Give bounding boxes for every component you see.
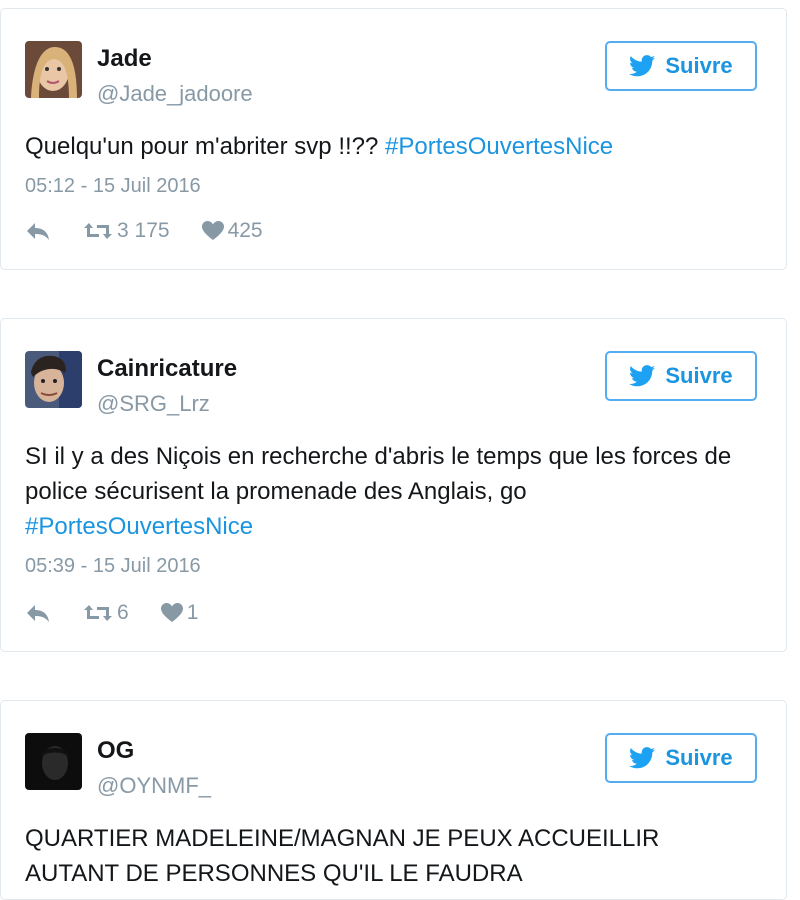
like-count: 1 xyxy=(186,601,199,624)
avatar[interactable] xyxy=(25,41,82,98)
follow-label: Suivre xyxy=(665,53,733,78)
follow-button[interactable]: Suivre xyxy=(605,733,757,783)
like-count: 425 xyxy=(227,219,263,242)
hashtag-link[interactable]: #PortesOuvertesNice xyxy=(385,133,613,160)
reply-button[interactable] xyxy=(25,221,51,241)
avatar[interactable] xyxy=(25,733,82,790)
follow-label: Suivre xyxy=(665,745,733,770)
tweet-text: Quelqu'un pour m'abriter svp !!?? #Porte… xyxy=(25,129,756,164)
tweet-text: SI il y a des Niçois en recherche d'abri… xyxy=(25,439,756,544)
twitter-bird-icon xyxy=(629,55,656,77)
retweet-icon xyxy=(84,223,112,239)
display-name[interactable]: Jade xyxy=(97,45,152,73)
tweet-text: QUARTIER MADELEINE/MAGNAN JE PEUX ACCUEI… xyxy=(25,825,660,887)
avatar[interactable] xyxy=(25,351,82,408)
tweet-card: Cainricature @SRG_Lrz Suivre SI il y a d… xyxy=(0,318,787,652)
follow-button[interactable]: Suivre xyxy=(605,351,757,401)
like-button[interactable]: 1 xyxy=(160,601,199,625)
follow-button[interactable]: Suivre xyxy=(605,41,757,91)
twitter-bird-icon xyxy=(629,365,656,387)
tweet-actions: 3 175 425 xyxy=(25,219,295,243)
tweet-card: Jade @Jade_jadoore Suivre Quelqu'un pour… xyxy=(0,8,787,270)
display-name[interactable]: OG xyxy=(97,737,134,765)
like-button[interactable]: 425 xyxy=(201,219,263,243)
heart-icon xyxy=(160,603,183,622)
display-name[interactable]: Cainricature xyxy=(97,355,237,383)
reply-icon xyxy=(27,223,49,240)
timestamp[interactable]: 05:12 - 15 Juil 2016 xyxy=(25,175,201,198)
retweet-icon xyxy=(84,605,112,621)
retweet-count: 3 175 xyxy=(117,219,170,242)
twitter-bird-icon xyxy=(629,747,656,769)
user-handle[interactable]: @OYNMF_ xyxy=(97,773,211,799)
tweet-card: OG @OYNMF_ Suivre QUARTIER MADELEINE/MAG… xyxy=(0,700,787,900)
tweet-actions: 6 1 xyxy=(25,601,230,625)
retweet-count: 6 xyxy=(117,601,129,624)
follow-label: Suivre xyxy=(665,363,733,388)
retweet-button[interactable]: 3 175 xyxy=(83,219,170,243)
heart-icon xyxy=(201,221,224,240)
user-handle[interactable]: @SRG_Lrz xyxy=(97,391,210,417)
retweet-button[interactable]: 6 xyxy=(83,601,129,625)
hashtag-link[interactable]: #PortesOuvertesNice xyxy=(25,513,253,540)
timestamp[interactable]: 05:39 - 15 Juil 2016 xyxy=(25,555,201,578)
tweet-text-body: Quelqu'un pour m'abriter svp !!?? xyxy=(25,133,386,160)
user-handle[interactable]: @Jade_jadoore xyxy=(97,81,253,107)
reply-icon xyxy=(27,605,49,622)
reply-button[interactable] xyxy=(25,603,51,623)
tweet-text-body: SI il y a des Niçois en recherche d'abri… xyxy=(25,443,732,505)
